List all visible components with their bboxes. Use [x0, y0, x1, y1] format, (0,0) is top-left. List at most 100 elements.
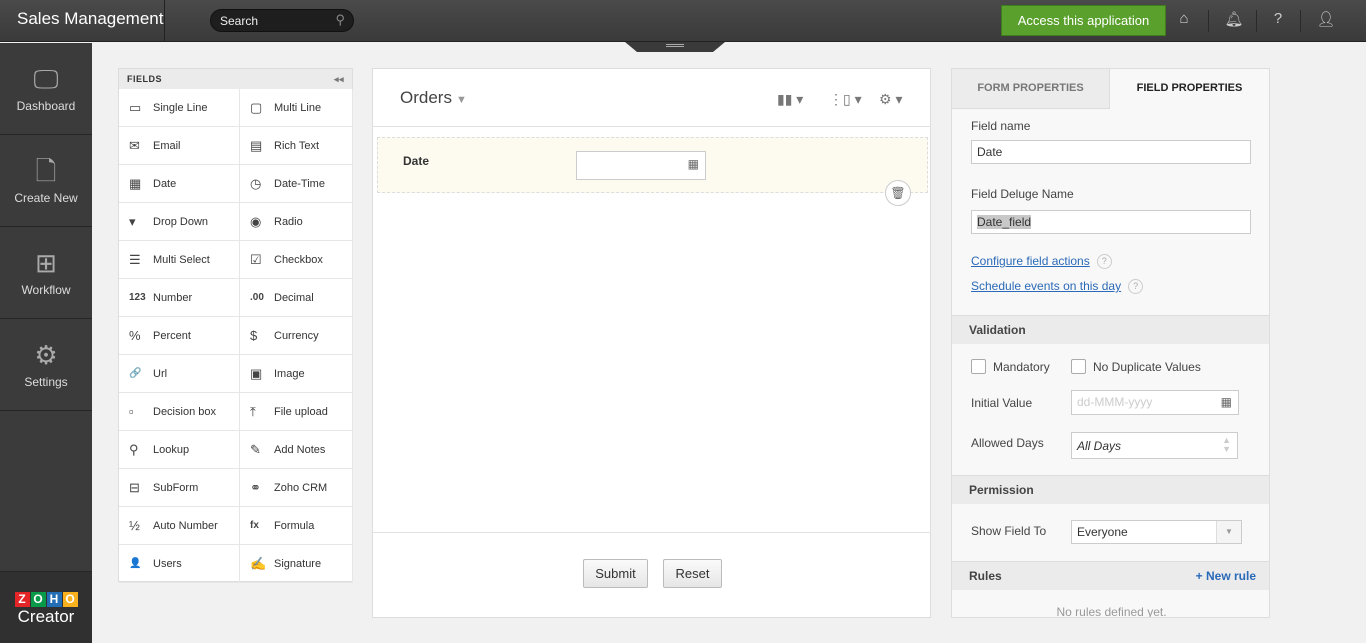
allowed-days-select[interactable]: All Days ▲ ▼: [1071, 432, 1238, 459]
field-type-checkbox[interactable]: ☑ Checkbox: [240, 241, 353, 279]
access-application-button[interactable]: Access this application: [1001, 5, 1166, 36]
field-type-label: Percent: [153, 329, 191, 342]
field-type-label: Checkbox: [274, 253, 323, 266]
sidebar-item-workflow[interactable]: ⊞ Workflow: [0, 227, 92, 319]
field-type-email[interactable]: ✉ Email: [119, 127, 240, 165]
sidebar-item-label: Settings: [24, 375, 68, 389]
submit-button[interactable]: Submit: [583, 559, 648, 588]
date-field-row[interactable]: Date ▦: [377, 137, 928, 193]
sidebar-item-dashboard[interactable]: 🖵 Dashboard: [0, 43, 92, 135]
field-type-multi-select[interactable]: ☰ Multi Select: [119, 241, 240, 279]
help-icon[interactable]: ?: [1268, 10, 1288, 27]
number-icon: 123: [129, 292, 146, 303]
help-icon[interactable]: ?: [1128, 279, 1144, 295]
layout-icon[interactable]: ⋮▯ ▾: [829, 91, 862, 108]
delete-field-button[interactable]: 🗑︎: [885, 180, 911, 206]
search-input[interactable]: Search ⚲: [210, 9, 354, 32]
field-type-percent[interactable]: % Percent: [119, 317, 240, 355]
search-icon[interactable]: ⚲: [335, 12, 345, 28]
reset-button[interactable]: Reset: [663, 559, 722, 588]
field-type-label: Image: [274, 367, 305, 380]
field-name-input[interactable]: Date: [971, 140, 1251, 164]
file-upload-icon: ⤒: [250, 403, 256, 419]
rules-header: Rules + New rule: [952, 561, 1269, 590]
field-type-label: SubForm: [153, 481, 199, 494]
field-type-subform[interactable]: ⊟ SubForm: [119, 469, 240, 507]
logo-letter: H: [46, 592, 62, 607]
help-icon[interactable]: ?: [1096, 254, 1112, 270]
stepper-icon: ▲ ▼: [1222, 435, 1231, 454]
field-type-currency[interactable]: $ Currency: [240, 317, 353, 355]
field-type-formula[interactable]: fx Formula: [240, 507, 353, 545]
field-type-add-notes[interactable]: ✎ Add Notes: [240, 431, 353, 469]
sidebar-item-label: Dashboard: [16, 99, 76, 113]
field-type-single-line[interactable]: ▭ Single Line: [119, 89, 240, 127]
show-field-to-select[interactable]: Everyone ▼: [1071, 520, 1242, 544]
field-type-label: Users: [153, 557, 182, 570]
collapse-icon[interactable]: ◂◂: [334, 74, 344, 85]
home-icon[interactable]: ⌂: [1174, 10, 1194, 27]
radio-icon: ◉: [250, 213, 262, 229]
field-type-label: Add Notes: [274, 443, 326, 456]
calendar-icon[interactable]: ▦: [1221, 395, 1232, 409]
field-type-radio[interactable]: ◉ Radio: [240, 203, 353, 241]
formula-icon: fx: [250, 520, 259, 531]
field-type-label: Date: [153, 177, 177, 190]
mandatory-checkbox[interactable]: [971, 359, 986, 374]
user-icon[interactable]: 👤︎: [1316, 10, 1336, 28]
collapse-header-handle[interactable]: [625, 42, 725, 52]
date-time-icon: ◷: [250, 175, 262, 191]
field-type-label: Drop Down: [153, 215, 209, 228]
mandatory-label: Mandatory: [993, 360, 1050, 374]
sidebar-item-label: Create New: [14, 191, 78, 205]
bell-icon[interactable]: 🔔︎: [1224, 10, 1244, 28]
field-type-signature[interactable]: ✍ Signature: [240, 545, 353, 583]
form-canvas: Orders ▼ ▮▮ ▾ ⋮▯ ▾ ⚙ ▾ Date ▦ 🗑︎ Submit R…: [372, 68, 931, 618]
tab-field-properties[interactable]: FIELD PROPERTIES: [1110, 69, 1269, 109]
field-label: Date: [403, 154, 430, 168]
no-duplicate-checkbox[interactable]: [1071, 359, 1086, 374]
field-type-label: Number: [153, 291, 193, 304]
fields-title: FIELDS: [127, 74, 163, 84]
signature-icon: ✍: [250, 555, 267, 571]
field-type-label: Currency: [274, 329, 319, 342]
field-type-date-time[interactable]: ◷ Date-Time: [240, 165, 353, 203]
field-type-auto-number[interactable]: ½ Auto Number: [119, 507, 240, 545]
app-title: Sales Management: [17, 9, 164, 28]
zoho-crm-icon: ⚭: [250, 479, 261, 495]
form-title-dropdown[interactable]: Orders ▼: [400, 88, 467, 108]
chart-icon[interactable]: ▮▮ ▾: [777, 91, 803, 108]
deluge-name-input[interactable]: Date_field: [971, 210, 1251, 234]
field-type-decision-box[interactable]: ▫ Decision box: [119, 393, 240, 431]
sidebar-item-settings[interactable]: ⚙ Settings: [0, 319, 92, 411]
field-type-lookup[interactable]: ⚲ Lookup: [119, 431, 240, 469]
field-type-date[interactable]: ▦ Date: [119, 165, 240, 203]
field-type-file-upload[interactable]: ⤒ File upload: [240, 393, 353, 431]
field-type-image[interactable]: ▣ Image: [240, 355, 353, 393]
url-icon: 🔗: [129, 368, 142, 379]
chevron-down-icon: ▼: [455, 94, 467, 106]
show-field-to-value: Everyone: [1077, 525, 1128, 539]
schedule-events-link[interactable]: Schedule events on this day: [971, 279, 1121, 293]
no-rules-text: No rules defined yet.: [1056, 605, 1167, 618]
field-type-drop-down[interactable]: ▾ Drop Down: [119, 203, 240, 241]
fields-panel: FIELDS ◂◂ ▭ Single Line ▢ Multi Line ✉ Email ▤ R…: [118, 68, 353, 583]
gear-icon[interactable]: ⚙ ▾: [879, 91, 902, 108]
field-type-number[interactable]: 123 Number: [119, 279, 240, 317]
tab-form-properties[interactable]: FORM PROPERTIES: [952, 69, 1110, 109]
initial-value-input[interactable]: dd-MMM-yyyy ▦: [1071, 390, 1239, 415]
configure-field-actions-link[interactable]: Configure field actions: [971, 254, 1090, 268]
calendar-icon[interactable]: ▦: [688, 157, 699, 171]
field-type-multi-line[interactable]: ▢ Multi Line: [240, 89, 353, 127]
field-type-zoho-crm[interactable]: ⚭ Zoho CRM: [240, 469, 353, 507]
field-type-url[interactable]: 🔗 Url: [119, 355, 240, 393]
sidebar-item-create-new[interactable]: 🗋 Create New: [0, 135, 92, 227]
field-type-label: Rich Text: [274, 139, 320, 152]
field-type-users[interactable]: 👤 Users: [119, 545, 240, 583]
date-input[interactable]: ▦: [576, 151, 706, 180]
field-type-label: Formula: [274, 519, 315, 532]
workflow-icon: ⊞: [35, 248, 57, 278]
field-type-rich-text[interactable]: ▤ Rich Text: [240, 127, 353, 165]
field-type-decimal[interactable]: .00 Decimal: [240, 279, 353, 317]
new-rule-link[interactable]: + New rule: [1196, 569, 1256, 583]
